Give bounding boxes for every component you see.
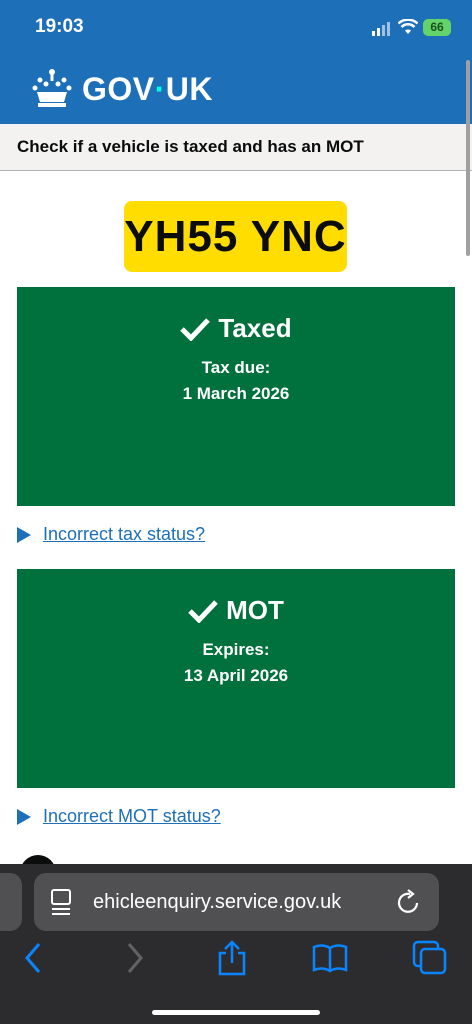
tax-panel: Taxed Tax due: 1 March 2026 [17, 287, 455, 506]
disclosure-triangle-icon[interactable] [17, 808, 31, 825]
address-bar[interactable]: ehicleenquiry.service.gov.uk [34, 873, 439, 931]
reload-icon[interactable] [396, 888, 422, 916]
home-indicator[interactable] [152, 1010, 320, 1015]
share-icon[interactable] [216, 940, 248, 976]
mot-panel: MOT Expires: 13 April 2026 [17, 569, 455, 788]
govuk-header: GOV·UK [0, 54, 472, 124]
logo-dot: · [154, 71, 166, 107]
tax-due-date: 1 March 2026 [182, 384, 290, 403]
logo-uk: UK [165, 71, 213, 107]
scrollbar[interactable] [466, 60, 470, 256]
mot-status-details[interactable]: Incorrect MOT status? [17, 806, 221, 827]
govuk-logo[interactable]: GOV·UK [82, 71, 213, 108]
crown-icon [32, 69, 72, 107]
previous-tab-preview[interactable] [0, 873, 22, 931]
number-plate: YH55 YNC [124, 201, 347, 272]
page-icon[interactable] [50, 889, 72, 915]
mot-expiry-date: 13 April 2026 [183, 666, 289, 685]
mot-title-text: MOT [226, 595, 284, 625]
tax-title-text: Taxed [218, 313, 292, 343]
service-bar: Check if a vehicle is taxed and has an M… [0, 124, 472, 171]
check-icon [188, 599, 218, 623]
mot-expires-label: Expires: [202, 640, 270, 659]
tax-due-label: Tax due: [201, 358, 271, 377]
incorrect-tax-link[interactable]: Incorrect tax status? [43, 524, 205, 545]
disclosure-triangle-icon[interactable] [17, 526, 31, 543]
wifi-icon [398, 19, 418, 34]
url-text[interactable]: ehicleenquiry.service.gov.uk [93, 891, 341, 914]
mot-title: MOT [17, 595, 455, 626]
forward-icon[interactable] [124, 940, 146, 976]
status-bar: 19:03 66 [0, 0, 472, 54]
incorrect-mot-link[interactable]: Incorrect MOT status? [43, 806, 221, 827]
signal-icon [372, 22, 390, 36]
tabs-icon[interactable] [412, 940, 448, 976]
back-icon[interactable] [22, 940, 44, 976]
logo-gov: GOV [82, 71, 155, 107]
service-name[interactable]: Check if a vehicle is taxed and has an M… [17, 137, 364, 157]
battery-icon: 66 [423, 19, 451, 36]
tax-status-details[interactable]: Incorrect tax status? [17, 524, 205, 545]
tax-title: Taxed [17, 313, 455, 344]
check-icon [180, 317, 211, 341]
status-time: 19:03 [35, 16, 84, 37]
bookmarks-icon[interactable] [312, 940, 348, 976]
battery-level: 66 [430, 20, 444, 34]
